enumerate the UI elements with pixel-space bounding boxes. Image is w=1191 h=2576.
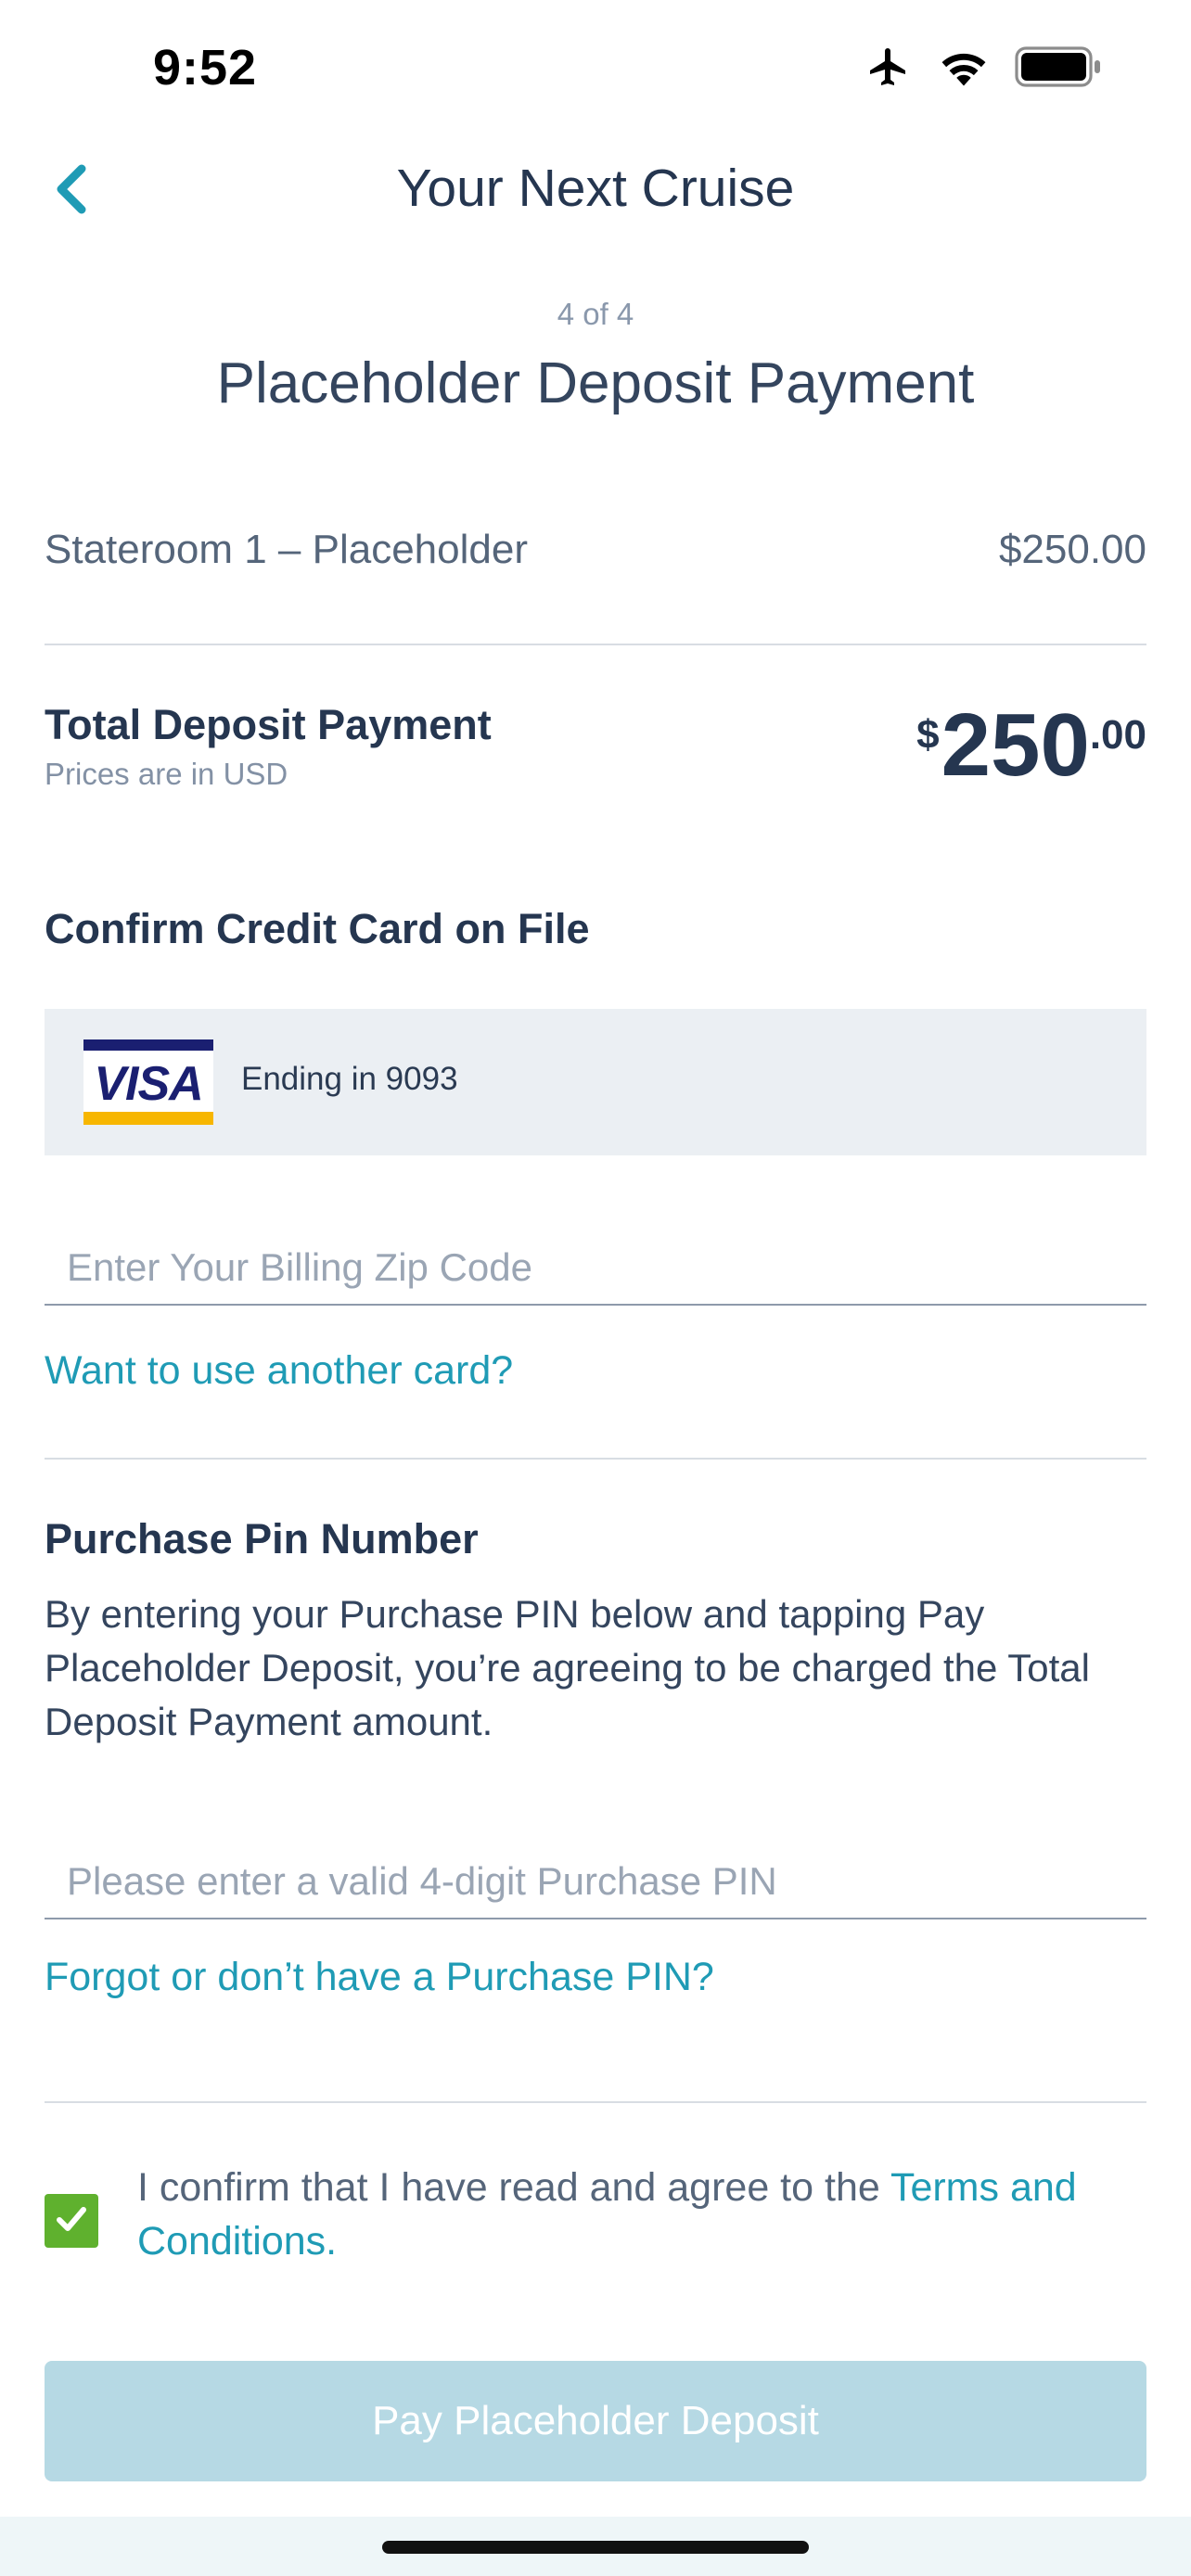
page-title: Placeholder Deposit Payment (216, 351, 975, 415)
total-label: Total Deposit Payment (45, 701, 492, 748)
total-currency-symbol: $ (916, 712, 940, 758)
total-whole: 250 (941, 695, 1090, 795)
terms-checkbox[interactable] (45, 2194, 98, 2248)
forgot-pin-link[interactable]: Forgot or don’t have a Purchase PIN? (45, 1955, 714, 2000)
total-cents: .00 (1089, 712, 1146, 758)
card-brand: VISA (94, 1057, 203, 1111)
saved-card[interactable]: VISA Ending in 9093 (45, 1009, 1146, 1155)
wifi-icon (937, 46, 991, 92)
terms-confirmation-text: I confirm that I have read and agree to … (137, 2161, 1117, 2268)
divider (45, 1458, 1146, 1460)
line-item-label: Stateroom 1 – Placeholder (45, 527, 528, 572)
card-ending-text: Ending in 9093 (241, 1061, 458, 1097)
currency-note: Prices are in USD (45, 757, 288, 791)
divider (45, 2101, 1146, 2103)
status-icons (864, 45, 1102, 94)
billing-zip-input[interactable] (45, 1231, 1146, 1306)
checkmark-icon (53, 2200, 90, 2242)
battery-icon (1015, 46, 1102, 92)
total-row: Total Deposit Payment Prices are in USD … (45, 701, 1146, 803)
purchase-pin-input[interactable] (45, 1845, 1146, 1919)
visa-logo: VISA (83, 1039, 213, 1125)
airplane-icon (864, 45, 913, 94)
line-item-amount: $250.00 (998, 527, 1146, 572)
card-section-heading: Confirm Credit Card on File (45, 905, 590, 952)
home-indicator[interactable] (382, 2541, 809, 2554)
terms-confirmation-label: I confirm that I have read and agree to … (137, 2165, 890, 2210)
step-indicator: 4 of 4 (557, 297, 634, 331)
page-header-title: Your Next Cruise (396, 159, 795, 218)
status-time: 9:52 (153, 40, 258, 96)
pin-description: By entering your Purchase PIN below and … (45, 1592, 1090, 1743)
status-bar: 9:52 (0, 0, 1191, 139)
line-item-row: Stateroom 1 – Placeholder $250.00 (45, 527, 1146, 590)
total-amount: $ 250 .00 (916, 701, 1146, 790)
use-another-card-link[interactable]: Want to use another card? (45, 1348, 513, 1394)
pin-section-heading: Purchase Pin Number (45, 1515, 479, 1562)
divider (45, 644, 1146, 645)
nav-header: Your Next Cruise (0, 139, 1191, 241)
pay-deposit-button[interactable]: Pay Placeholder Deposit (45, 2361, 1146, 2481)
